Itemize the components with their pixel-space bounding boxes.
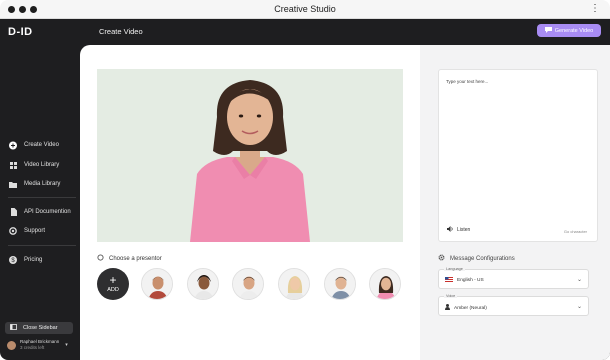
- language-value: English - US: [457, 278, 484, 283]
- app-window: Creative Studio ⋮ D-ID Create Video Vide…: [0, 0, 610, 360]
- user-credits: 3 credits left: [20, 345, 45, 350]
- speaker-icon: [447, 226, 454, 234]
- generate-video-button[interactable]: Generate Video: [537, 24, 601, 37]
- sidebar-item-video-library[interactable]: Video Library: [9, 158, 75, 172]
- window-title: Creative Studio: [274, 4, 336, 14]
- presenter-image: [97, 69, 403, 242]
- add-presenter-button[interactable]: + ADD: [97, 268, 129, 300]
- presenter-preview: [97, 69, 403, 242]
- choose-presenter-heading: Choose a presentor: [97, 254, 162, 263]
- choose-presenter-label: Choose a presentor: [109, 255, 162, 262]
- message-config-label: Message Configurations: [450, 255, 515, 262]
- plus-icon: +: [109, 273, 117, 287]
- us-flag-icon: [445, 277, 453, 284]
- dollar-icon: $: [9, 256, 17, 264]
- sidebar-item-label: Video Library: [24, 162, 60, 168]
- presenter-avatar[interactable]: [232, 268, 264, 300]
- plus-circle-icon: [9, 141, 17, 149]
- api-icon: [9, 208, 17, 216]
- character-count: Go character: [563, 229, 587, 234]
- more-options-icon[interactable]: ⋮: [590, 3, 600, 14]
- sidebar-item-label: Support: [24, 228, 46, 234]
- close-sidebar-label: Close Sidebar: [23, 325, 58, 331]
- grid-icon: [9, 161, 17, 169]
- sidebar-item-support[interactable]: Support: [9, 224, 75, 238]
- chat-bubble-icon: [544, 26, 552, 35]
- main-content: Choose a presentor + ADD: [80, 45, 420, 360]
- sidebar-item-create-video[interactable]: Create Video: [9, 138, 75, 152]
- support-icon: [9, 227, 17, 235]
- generate-video-label: Generate Video: [554, 27, 594, 34]
- sidebar-item-label: API Documention: [24, 209, 71, 215]
- language-legend: Language: [444, 267, 465, 271]
- add-label: ADD: [107, 287, 119, 293]
- page-title: Create Video: [99, 27, 143, 36]
- title-bar: Creative Studio ⋮: [0, 0, 610, 19]
- chevron-down-icon: ▾: [65, 342, 68, 348]
- voice-select[interactable]: Voice Amber (Neural) ⌄: [438, 294, 589, 316]
- user-menu[interactable]: Raphael Brickmann 3 credits left ▾: [7, 337, 77, 353]
- sidebar-item-pricing[interactable]: $ Pricing: [9, 253, 75, 267]
- sidebar-item-label: Pricing: [24, 257, 43, 263]
- sidebar-toggle-icon: [10, 324, 17, 332]
- sidebar-item-media-library[interactable]: Media Library: [9, 177, 75, 191]
- sidebar-item-label: Create Video: [24, 142, 59, 148]
- refresh-icon: [97, 254, 104, 263]
- presenter-avatar[interactable]: [324, 268, 356, 300]
- language-select[interactable]: Language English - US ⌄: [438, 267, 589, 289]
- sidebar-divider: [8, 197, 76, 198]
- presenter-avatar[interactable]: [369, 268, 401, 300]
- folder-icon: [9, 180, 17, 188]
- chevron-down-icon: ⌄: [576, 304, 582, 310]
- avatar: [7, 340, 16, 350]
- logo: D-ID: [8, 26, 33, 38]
- script-placeholder: Type your text here...: [446, 79, 489, 84]
- message-config-heading: Message Configurations: [438, 254, 515, 263]
- listen-label: Listen: [457, 227, 471, 233]
- sidebar-item-label: Media Library: [24, 181, 61, 187]
- sidebar: D-ID Create Video Video Library Media Li…: [0, 19, 80, 360]
- presenter-avatar[interactable]: [141, 268, 173, 300]
- sidebar-divider: [8, 245, 76, 246]
- gear-icon: [438, 254, 445, 263]
- chevron-down-icon: ⌄: [576, 277, 582, 283]
- person-icon: [445, 304, 450, 312]
- script-panel: Type your text here... Listen Go charact…: [420, 45, 610, 360]
- voice-value: Amber (Neural): [454, 305, 487, 311]
- presenter-avatar[interactable]: [278, 268, 310, 300]
- voice-legend: Voice: [444, 294, 458, 298]
- sidebar-item-api-documentation[interactable]: API Documention: [9, 205, 75, 219]
- presenter-avatar[interactable]: [187, 268, 219, 300]
- script-textarea[interactable]: Type your text here... Listen Go charact…: [438, 69, 598, 242]
- listen-button[interactable]: Listen: [447, 226, 470, 234]
- top-bar: Create Video Generate Video: [80, 19, 610, 45]
- close-sidebar-button[interactable]: Close Sidebar: [5, 322, 73, 334]
